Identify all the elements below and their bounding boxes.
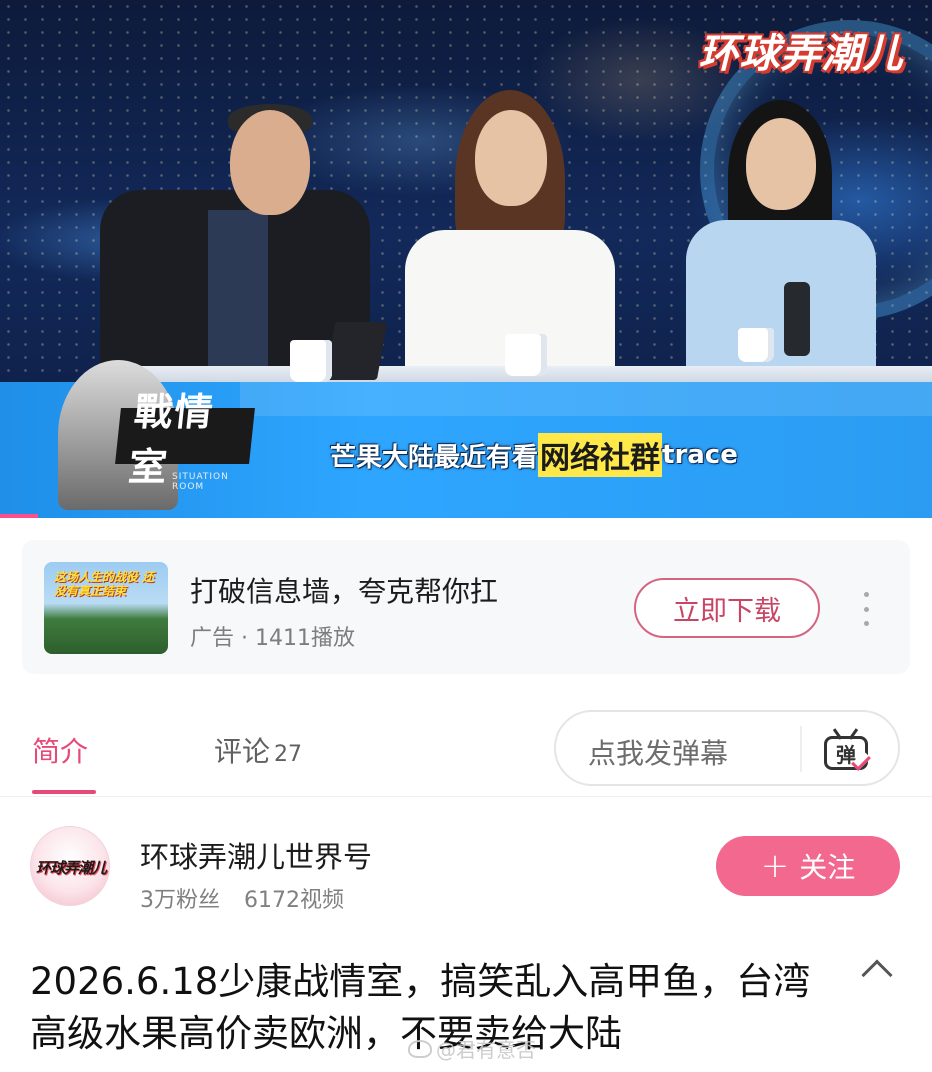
channel-stats: 3万粉丝 6172视频	[140, 882, 344, 914]
laptop	[324, 322, 388, 380]
video-player[interactable]: 环球弄潮儿 戰情室 SITUATION ROOM 芒果大陆最近有看 网络社群 t…	[0, 0, 932, 518]
download-button[interactable]: 立即下载	[634, 578, 820, 638]
ad-card[interactable]: 这场人生的战役 还没有真正结束 打破信息墙，夸克帮你扛 广告 · 1411播放 …	[22, 540, 910, 674]
avatar-text: 环球弄潮儿	[35, 859, 107, 877]
divider	[0, 796, 932, 797]
ad-title[interactable]: 打破信息墙，夸克帮你扛	[190, 570, 498, 610]
avatar[interactable]: 环球弄潮儿	[30, 826, 110, 906]
chevron-up-icon[interactable]	[861, 959, 893, 991]
danmaku-toggle-icon[interactable]: 弹	[822, 726, 872, 772]
video-count: 6172视频	[244, 888, 344, 913]
tab-comments-label: 评论	[214, 735, 271, 768]
subtitle-suffix: trace	[662, 440, 738, 470]
watermark-text: @君有意否	[436, 1038, 536, 1062]
subtitle-prefix: 芒果大陆最近有看	[330, 442, 539, 473]
comments-count: 27	[274, 742, 303, 767]
ad-thumbnail-text: 这场人生的战役 还没有真正结束	[54, 570, 155, 598]
divider	[800, 726, 802, 772]
channel-name[interactable]: 环球弄潮儿世界号	[140, 834, 372, 876]
mug	[738, 328, 774, 362]
more-vertical-icon[interactable]	[856, 592, 876, 626]
follower-count: 3万粉丝	[140, 888, 220, 913]
show-subtitle-en: SITUATION ROOM	[172, 472, 229, 492]
plus-icon: +	[760, 846, 790, 886]
bottle	[784, 282, 810, 356]
tab-intro[interactable]: 简介	[32, 730, 88, 770]
show-badge: 戰情室 SITUATION ROOM	[32, 360, 255, 510]
follow-label: 关注	[799, 851, 856, 884]
show-title: 戰情室	[115, 390, 255, 489]
active-tab-indicator	[32, 790, 96, 794]
tab-comments[interactable]: 评论 27	[214, 730, 302, 770]
ad-meta: 广告 · 1411播放	[190, 626, 355, 651]
mug	[505, 334, 547, 376]
video-subtitle: 芒果大陆最近有看 网络社群 trace	[330, 433, 738, 477]
follow-button[interactable]: + 关注	[716, 836, 900, 896]
playback-progress[interactable]	[0, 514, 38, 518]
subtitle-highlight: 网络社群	[538, 433, 663, 477]
watermark: @君有意否	[408, 1034, 536, 1063]
weibo-icon	[408, 1039, 432, 1058]
mug	[290, 340, 332, 382]
danmaku-input[interactable]: 点我发弹幕 弹	[554, 710, 900, 786]
channel-logo-overlay: 环球弄潮儿	[698, 31, 904, 77]
guest-woman-right	[680, 100, 880, 380]
ad-thumbnail[interactable]: 这场人生的战役 还没有真正结束	[44, 562, 168, 654]
danmaku-placeholder: 点我发弹幕	[588, 737, 729, 770]
